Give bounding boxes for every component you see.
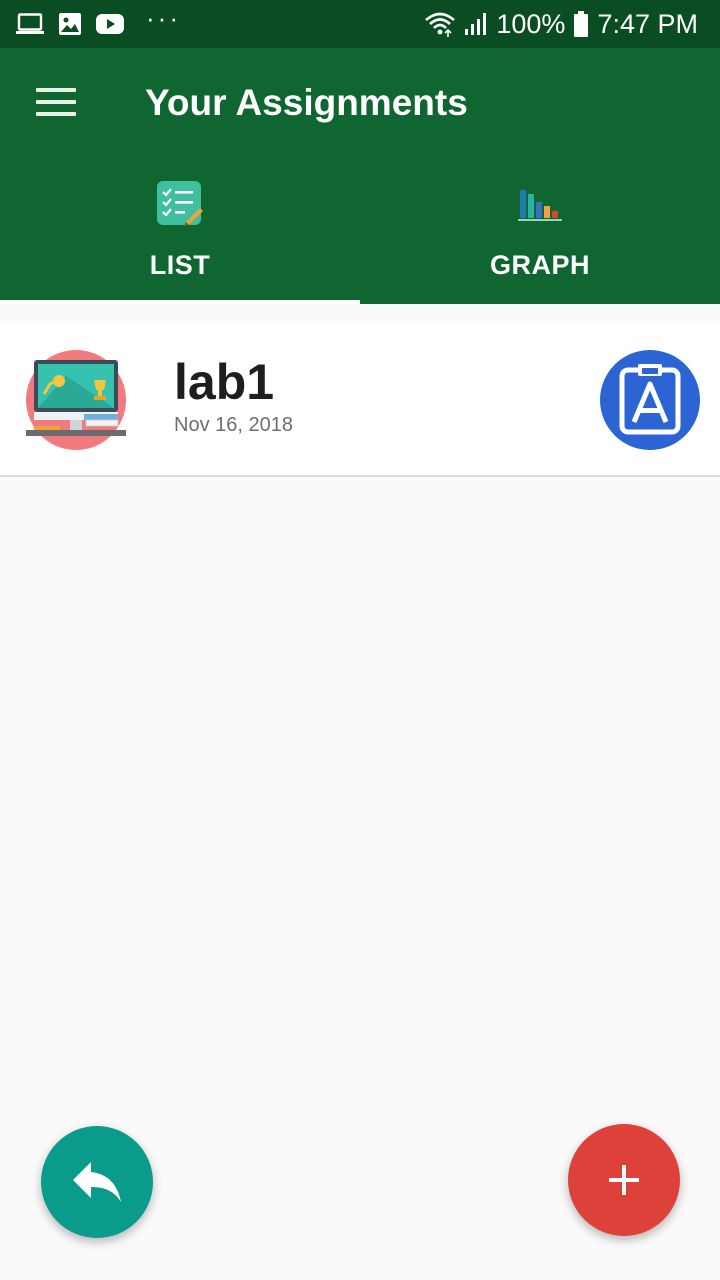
status-bar: ··· 100% 7:47 PM [0, 0, 720, 48]
selected-tab-indicator [0, 300, 360, 304]
assignment-list-item[interactable]: lab1 Nov 16, 2018 [0, 323, 720, 477]
clock: 7:47 PM [597, 8, 698, 39]
bar-chart-icon [518, 190, 562, 221]
laptop-icon [16, 13, 44, 34]
page-title: Your Assignments [145, 82, 468, 123]
assignment-clipboard-icon [619, 364, 681, 435]
battery-percent: 100% [496, 8, 566, 39]
image-icon [59, 13, 81, 35]
tab-graph[interactable]: GRAPH [360, 172, 720, 304]
tab-list-label: LIST [149, 250, 211, 280]
tab-list[interactable]: LIST [0, 172, 360, 304]
tab-graph-label: GRAPH [489, 250, 590, 280]
add-fab-button[interactable] [568, 1124, 680, 1236]
battery-icon [574, 11, 589, 37]
assignment-date: Nov 16, 2018 [174, 414, 293, 436]
more-notifications-icon: ··· [146, 3, 181, 33]
hamburger-menu-icon[interactable] [36, 88, 76, 120]
signal-icon [465, 13, 487, 35]
reply-arrow-icon [73, 1162, 121, 1202]
plus-icon [609, 1165, 639, 1195]
status-bar-left: ··· [16, 5, 181, 37]
status-bar-right: 100% 7:47 PM [424, 9, 698, 40]
checklist-icon [157, 181, 203, 226]
youtube-icon [96, 14, 124, 34]
assignment-title: lab1 [174, 354, 275, 410]
app-bar: Your Assignments LIST GRAPH [0, 48, 720, 304]
wifi-icon [425, 12, 456, 37]
desk-computer-icon [26, 350, 126, 450]
assignment-action-button[interactable] [600, 350, 700, 450]
back-fab-button[interactable] [41, 1126, 153, 1238]
